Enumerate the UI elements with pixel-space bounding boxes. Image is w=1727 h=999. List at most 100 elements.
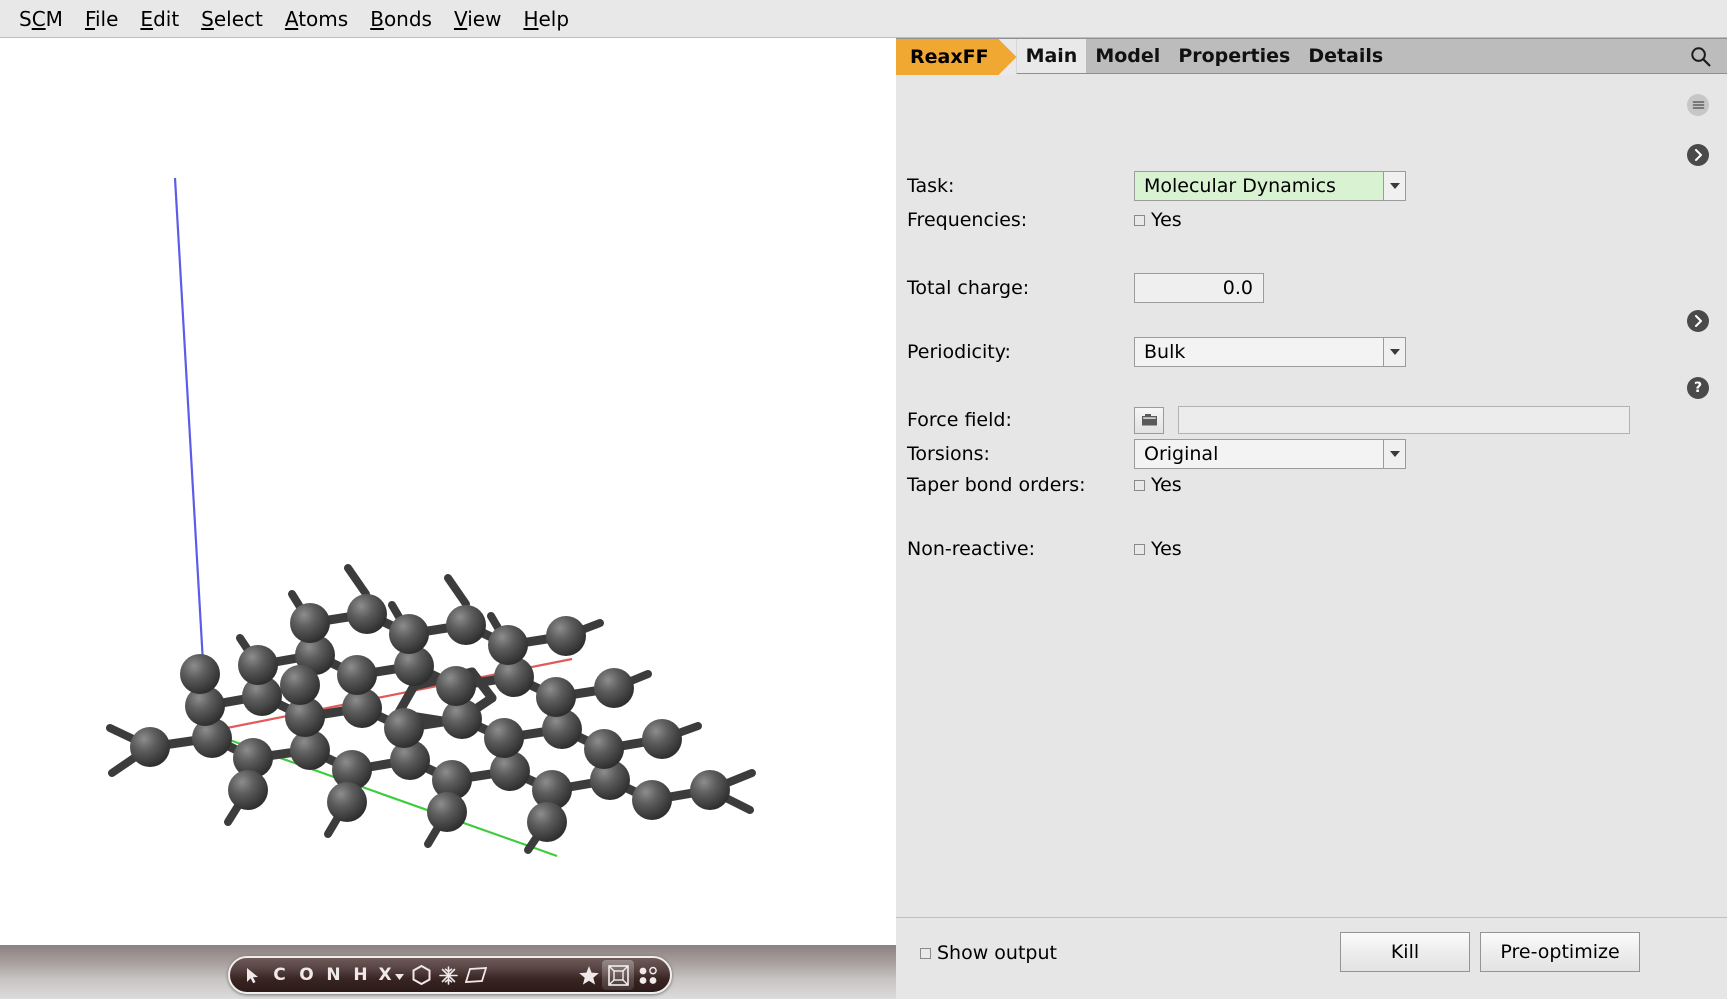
menu-select-post: elect <box>214 7 263 31</box>
tool-c-label: C <box>273 965 285 985</box>
folder-icon <box>1141 413 1158 427</box>
torsions-select[interactable]: Original <box>1134 439 1406 469</box>
tool-element-x-dropdown[interactable]: X <box>374 960 408 990</box>
application-window: SCM File Edit Select Atoms Bonds View He… <box>0 0 1727 999</box>
chevron-down-icon <box>395 974 404 981</box>
menu-item-select[interactable]: Select <box>190 5 274 33</box>
force-field-browse-button[interactable] <box>1134 407 1164 434</box>
program-badge-label: ReaxFF <box>896 39 999 75</box>
tool-select-cursor[interactable] <box>239 960 266 990</box>
tool-element-o[interactable]: O <box>293 960 320 990</box>
menu-item-scm[interactable]: SCM <box>8 5 74 33</box>
taper-bond-orders-checkbox-box[interactable] <box>1134 480 1145 491</box>
main-settings-form: Task: Molecular Dynamics Frequencies: Ye… <box>896 75 1727 955</box>
tool-element-h[interactable]: H <box>347 960 374 990</box>
tab-properties[interactable]: Properties <box>1169 39 1299 73</box>
taper-bond-orders-checkbox[interactable]: Yes <box>1134 474 1182 496</box>
row-task: Task: Molecular Dynamics <box>896 171 1727 201</box>
kill-button[interactable]: Kill <box>1340 932 1470 972</box>
tool-crystal-snowflake[interactable] <box>435 960 462 990</box>
molecule-edit-toolbar[interactable]: C O N H X <box>228 956 672 994</box>
menu-edit-mnemonic: E <box>140 7 153 31</box>
menu-help-post: elp <box>538 7 569 31</box>
frequencies-label: Frequencies: <box>896 209 1134 231</box>
menu-select-mnemonic: S <box>201 7 214 31</box>
menu-item-edit[interactable]: Edit <box>129 5 190 33</box>
menu-bar: SCM File Edit Select Atoms Bonds View He… <box>0 0 1727 38</box>
panel-bottom-bar: Show output Kill Pre-optimize <box>896 917 1727 999</box>
search-icon <box>1690 46 1711 67</box>
periodicity-value: Bulk <box>1144 341 1185 363</box>
menu-file-mnemonic: F <box>85 7 95 31</box>
row-frequencies: Frequencies: Yes <box>896 209 1727 231</box>
menu-bonds-post: onds <box>384 7 432 31</box>
show-output-label: Show output <box>937 942 1057 964</box>
menu-scm-pre: S <box>19 7 32 31</box>
settings-panel: ReaxFF Main Model Properties Details <box>896 38 1727 999</box>
tool-h-label: H <box>353 965 367 985</box>
non-reactive-checkbox-label: Yes <box>1151 538 1182 560</box>
tool-x-label: X <box>378 965 391 985</box>
tool-benzene-ring[interactable] <box>408 960 435 990</box>
menu-item-help[interactable]: Help <box>512 5 580 33</box>
tab-details[interactable]: Details <box>1299 39 1392 73</box>
tool-element-n[interactable]: N <box>320 960 347 990</box>
row-taper-bond-orders: Taper bond orders: Yes <box>896 474 1727 496</box>
row-force-field: Force field: <box>896 406 1727 434</box>
row-periodicity: Periodicity: Bulk <box>896 337 1727 367</box>
non-reactive-checkbox[interactable]: Yes <box>1134 538 1182 560</box>
star-icon <box>579 966 599 985</box>
non-reactive-label: Non-reactive: <box>896 538 1134 560</box>
tab-main[interactable]: Main <box>1017 39 1087 73</box>
force-field-input[interactable] <box>1178 406 1630 434</box>
menu-help-mnemonic: H <box>523 7 538 31</box>
pre-optimize-button[interactable]: Pre-optimize <box>1480 932 1640 972</box>
torsions-dropdown-arrow[interactable] <box>1383 440 1405 468</box>
menu-bonds-mnemonic: B <box>370 7 384 31</box>
cursor-arrow-icon <box>246 967 259 984</box>
periodicity-label: Periodicity: <box>896 341 1134 363</box>
frequencies-checkbox[interactable]: Yes <box>1134 209 1182 231</box>
task-dropdown-arrow[interactable] <box>1383 172 1405 200</box>
tool-favorites[interactable] <box>575 960 602 990</box>
parallelogram-plane-icon <box>465 967 487 983</box>
menu-atoms-mnemonic: A <box>285 7 298 31</box>
menu-item-file[interactable]: File <box>74 5 129 33</box>
frequencies-checkbox-label: Yes <box>1151 209 1182 231</box>
menu-item-atoms[interactable]: Atoms <box>274 5 359 33</box>
task-label: Task: <box>896 175 1134 197</box>
program-badge[interactable]: ReaxFF <box>896 39 1017 75</box>
task-select[interactable]: Molecular Dynamics <box>1134 171 1406 201</box>
tool-n-label: N <box>326 965 340 985</box>
tab-bar: ReaxFF Main Model Properties Details <box>896 38 1727 74</box>
frequencies-checkbox-box[interactable] <box>1134 215 1145 226</box>
menu-item-view[interactable]: View <box>443 5 512 33</box>
tool-plane[interactable] <box>462 960 489 990</box>
total-charge-input[interactable]: 0.0 <box>1134 273 1264 303</box>
tool-element-c[interactable]: C <box>266 960 293 990</box>
four-dots-icon <box>638 966 658 985</box>
total-charge-label: Total charge: <box>896 277 1134 299</box>
tab-model[interactable]: Model <box>1086 39 1169 73</box>
torsions-value: Original <box>1144 443 1218 465</box>
show-output-checkbox-box[interactable] <box>920 948 931 959</box>
periodicity-select[interactable]: Bulk <box>1134 337 1406 367</box>
taper-bond-orders-label: Taper bond orders: <box>896 474 1134 496</box>
molecule-viewport[interactable] <box>0 38 896 945</box>
hexagon-ring-icon <box>412 965 431 985</box>
periodicity-dropdown-arrow[interactable] <box>1383 338 1405 366</box>
menu-scm-mnemonic: C <box>32 7 46 31</box>
task-value: Molecular Dynamics <box>1144 175 1336 197</box>
tool-atom-dots[interactable] <box>634 960 661 990</box>
menu-edit-post: dit <box>153 7 179 31</box>
snowflake-icon <box>439 966 458 985</box>
force-field-label: Force field: <box>896 409 1134 431</box>
show-output-checkbox[interactable]: Show output <box>920 942 1057 964</box>
search-button[interactable] <box>1680 39 1727 73</box>
tool-lattice-box[interactable] <box>602 960 634 990</box>
row-non-reactive: Non-reactive: Yes <box>896 538 1727 560</box>
row-torsions: Torsions: Original <box>896 439 1727 469</box>
badge-arrow-shape <box>999 39 1017 75</box>
menu-item-bonds[interactable]: Bonds <box>359 5 443 33</box>
non-reactive-checkbox-box[interactable] <box>1134 544 1145 555</box>
